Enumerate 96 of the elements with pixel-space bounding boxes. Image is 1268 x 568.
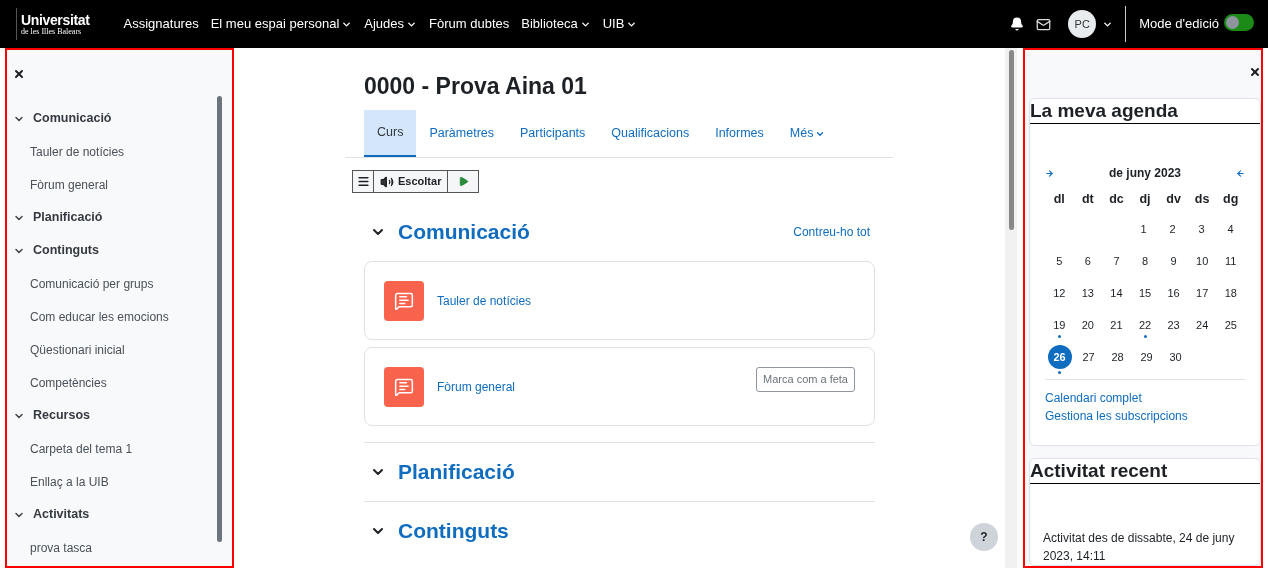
calendar-day[interactable]: 24 <box>1196 316 1209 333</box>
forum-icon <box>384 280 424 321</box>
block-title: Activitat recent <box>1030 458 1260 484</box>
recent-activity-text: Activitat des de dissabte, 24 de juny 2023, 14:11 <box>1042 529 1236 565</box>
messages-icon[interactable] <box>1036 16 1052 32</box>
section-link[interactable]: Activitats <box>33 505 90 524</box>
calendar-day[interactable]: 23 <box>1167 316 1180 333</box>
activity-link[interactable]: Tauler de notícies <box>30 142 125 161</box>
nav-menu-item[interactable]: Ajudes <box>364 14 418 34</box>
calendar-day[interactable]: 12 <box>1053 284 1066 301</box>
month-title: de juny 2023 <box>1108 165 1181 182</box>
calendar-day[interactable]: 15 <box>1138 284 1152 301</box>
calendar-day[interactable]: 26 <box>1047 344 1072 369</box>
section-title: Continguts <box>398 518 509 544</box>
section-link[interactable]: Continguts <box>33 241 99 260</box>
calendar-day[interactable]: 27 <box>1082 348 1095 365</box>
calendar-link[interactable]: Calendari complet <box>1045 388 1245 407</box>
calendar-link[interactable]: Gestiona les subscripcions <box>1045 406 1245 425</box>
edit-mode-switch[interactable] <box>1224 14 1254 31</box>
calendar-day[interactable]: 29 <box>1140 348 1153 365</box>
weekday-label: dg <box>1222 191 1240 208</box>
calendar-day[interactable]: 8 <box>1141 252 1149 269</box>
calendar-day[interactable]: 19 <box>1053 316 1066 333</box>
activity-link[interactable]: Competències <box>30 373 107 392</box>
section-title: Planificació <box>398 459 515 485</box>
nav-menu-item[interactable]: El meu espai personal <box>210 14 353 34</box>
calendar-day[interactable]: 21 <box>1110 316 1123 333</box>
block-title: La meva agenda <box>1030 99 1260 124</box>
calendar-day[interactable]: 11 <box>1225 252 1237 269</box>
section-title: Comunicació <box>398 219 530 245</box>
course-tab[interactable]: Paràmetres <box>416 110 507 157</box>
user-avatar[interactable]: PC <box>1068 10 1097 38</box>
menu-icon <box>356 175 370 188</box>
calendar-day[interactable]: 2 <box>1169 220 1176 237</box>
speaker-icon <box>380 174 394 189</box>
calendar-day[interactable]: 17 <box>1196 284 1209 301</box>
activity-link[interactable]: Enllaç a la UIB <box>30 472 109 491</box>
weekday-label: dv <box>1165 191 1182 208</box>
nav-menu-item[interactable]: Biblioteca <box>521 14 591 34</box>
course-title: 0000 - Prova Aina 01 <box>364 72 588 100</box>
scrollbar[interactable] <box>1008 50 1014 230</box>
nav-menu-item[interactable]: Assignatures <box>123 14 199 34</box>
calendar-day[interactable]: 18 <box>1224 284 1237 301</box>
activity-link[interactable]: prova tasca <box>30 538 93 557</box>
section-link[interactable]: Recursos <box>33 406 90 425</box>
arrow-right-icon[interactable] <box>1045 168 1054 178</box>
calendar-day[interactable]: 4 <box>1227 220 1234 237</box>
mark-done-button[interactable]: Marca com a feta <box>756 367 855 392</box>
course-tab[interactable]: Participants <box>507 110 599 157</box>
forum-icon <box>384 366 424 407</box>
calendar-day[interactable]: 14 <box>1110 284 1123 301</box>
weekday-label: dc <box>1108 191 1125 208</box>
calendar-day[interactable]: 28 <box>1111 348 1124 365</box>
calendar-day[interactable]: 13 <box>1081 284 1094 301</box>
calendar-day[interactable]: 20 <box>1081 316 1094 333</box>
calendar-day[interactable]: 30 <box>1169 348 1182 365</box>
course-tab[interactable]: Qualificacions <box>598 110 703 157</box>
section-link[interactable]: Planificació <box>33 208 103 227</box>
calendar-day[interactable]: 9 <box>1170 252 1177 269</box>
collapse-all-link[interactable]: Contreu-ho tot <box>793 223 870 241</box>
weekday-label: ds <box>1193 191 1211 208</box>
notification-bell-icon[interactable] <box>1010 17 1025 31</box>
play-icon <box>457 176 469 187</box>
activity-link[interactable]: Fòrum general <box>437 377 516 396</box>
calendar-day[interactable]: 16 <box>1167 284 1180 301</box>
calendar-day[interactable]: 1 <box>1140 220 1147 237</box>
calendar-day[interactable]: 5 <box>1056 252 1063 269</box>
course-tab[interactable]: Més <box>776 110 839 157</box>
calendar-day[interactable]: 22 <box>1138 316 1152 333</box>
weekday-label: dl <box>1052 191 1066 208</box>
activity-link[interactable]: Fòrum general <box>30 175 109 194</box>
activity-link[interactable]: Tauler de notícies <box>437 291 532 310</box>
activity-link[interactable]: Qüestionari inicial <box>30 340 125 359</box>
course-tab[interactable]: Curs <box>364 110 417 157</box>
help-button[interactable]: ? <box>970 523 998 551</box>
scrollbar[interactable] <box>217 96 222 542</box>
close-icon[interactable] <box>13 68 25 80</box>
calendar-day[interactable]: 10 <box>1196 252 1209 269</box>
section-link[interactable]: Comunicació <box>33 109 112 128</box>
edit-mode-label: Mode d'edició <box>1139 15 1219 34</box>
logo-subtitle[interactable]: de les Illes Balears <box>21 26 90 36</box>
activity-link[interactable]: Comunicació per grups <box>30 274 154 293</box>
arrow-left-icon[interactable] <box>1236 168 1245 178</box>
nav-menu-item[interactable]: UIB <box>602 14 638 34</box>
course-tab[interactable]: Informes <box>702 110 777 157</box>
calendar-day[interactable]: 3 <box>1198 220 1205 237</box>
weekday-label: dt <box>1080 191 1095 208</box>
nav-menu-item[interactable]: Fòrum dubtes <box>429 14 510 34</box>
calendar-day[interactable]: 7 <box>1113 252 1120 269</box>
close-icon[interactable] <box>1249 66 1261 78</box>
calendar-day[interactable]: 6 <box>1084 252 1091 269</box>
activity-link[interactable]: Carpeta del tema 1 <box>30 439 133 458</box>
weekday-label: dj <box>1138 191 1152 208</box>
calendar-day[interactable]: 25 <box>1224 316 1237 333</box>
logo-title[interactable]: Universitat <box>21 12 90 27</box>
activity-link[interactable]: Com educar les emocions <box>30 307 169 326</box>
